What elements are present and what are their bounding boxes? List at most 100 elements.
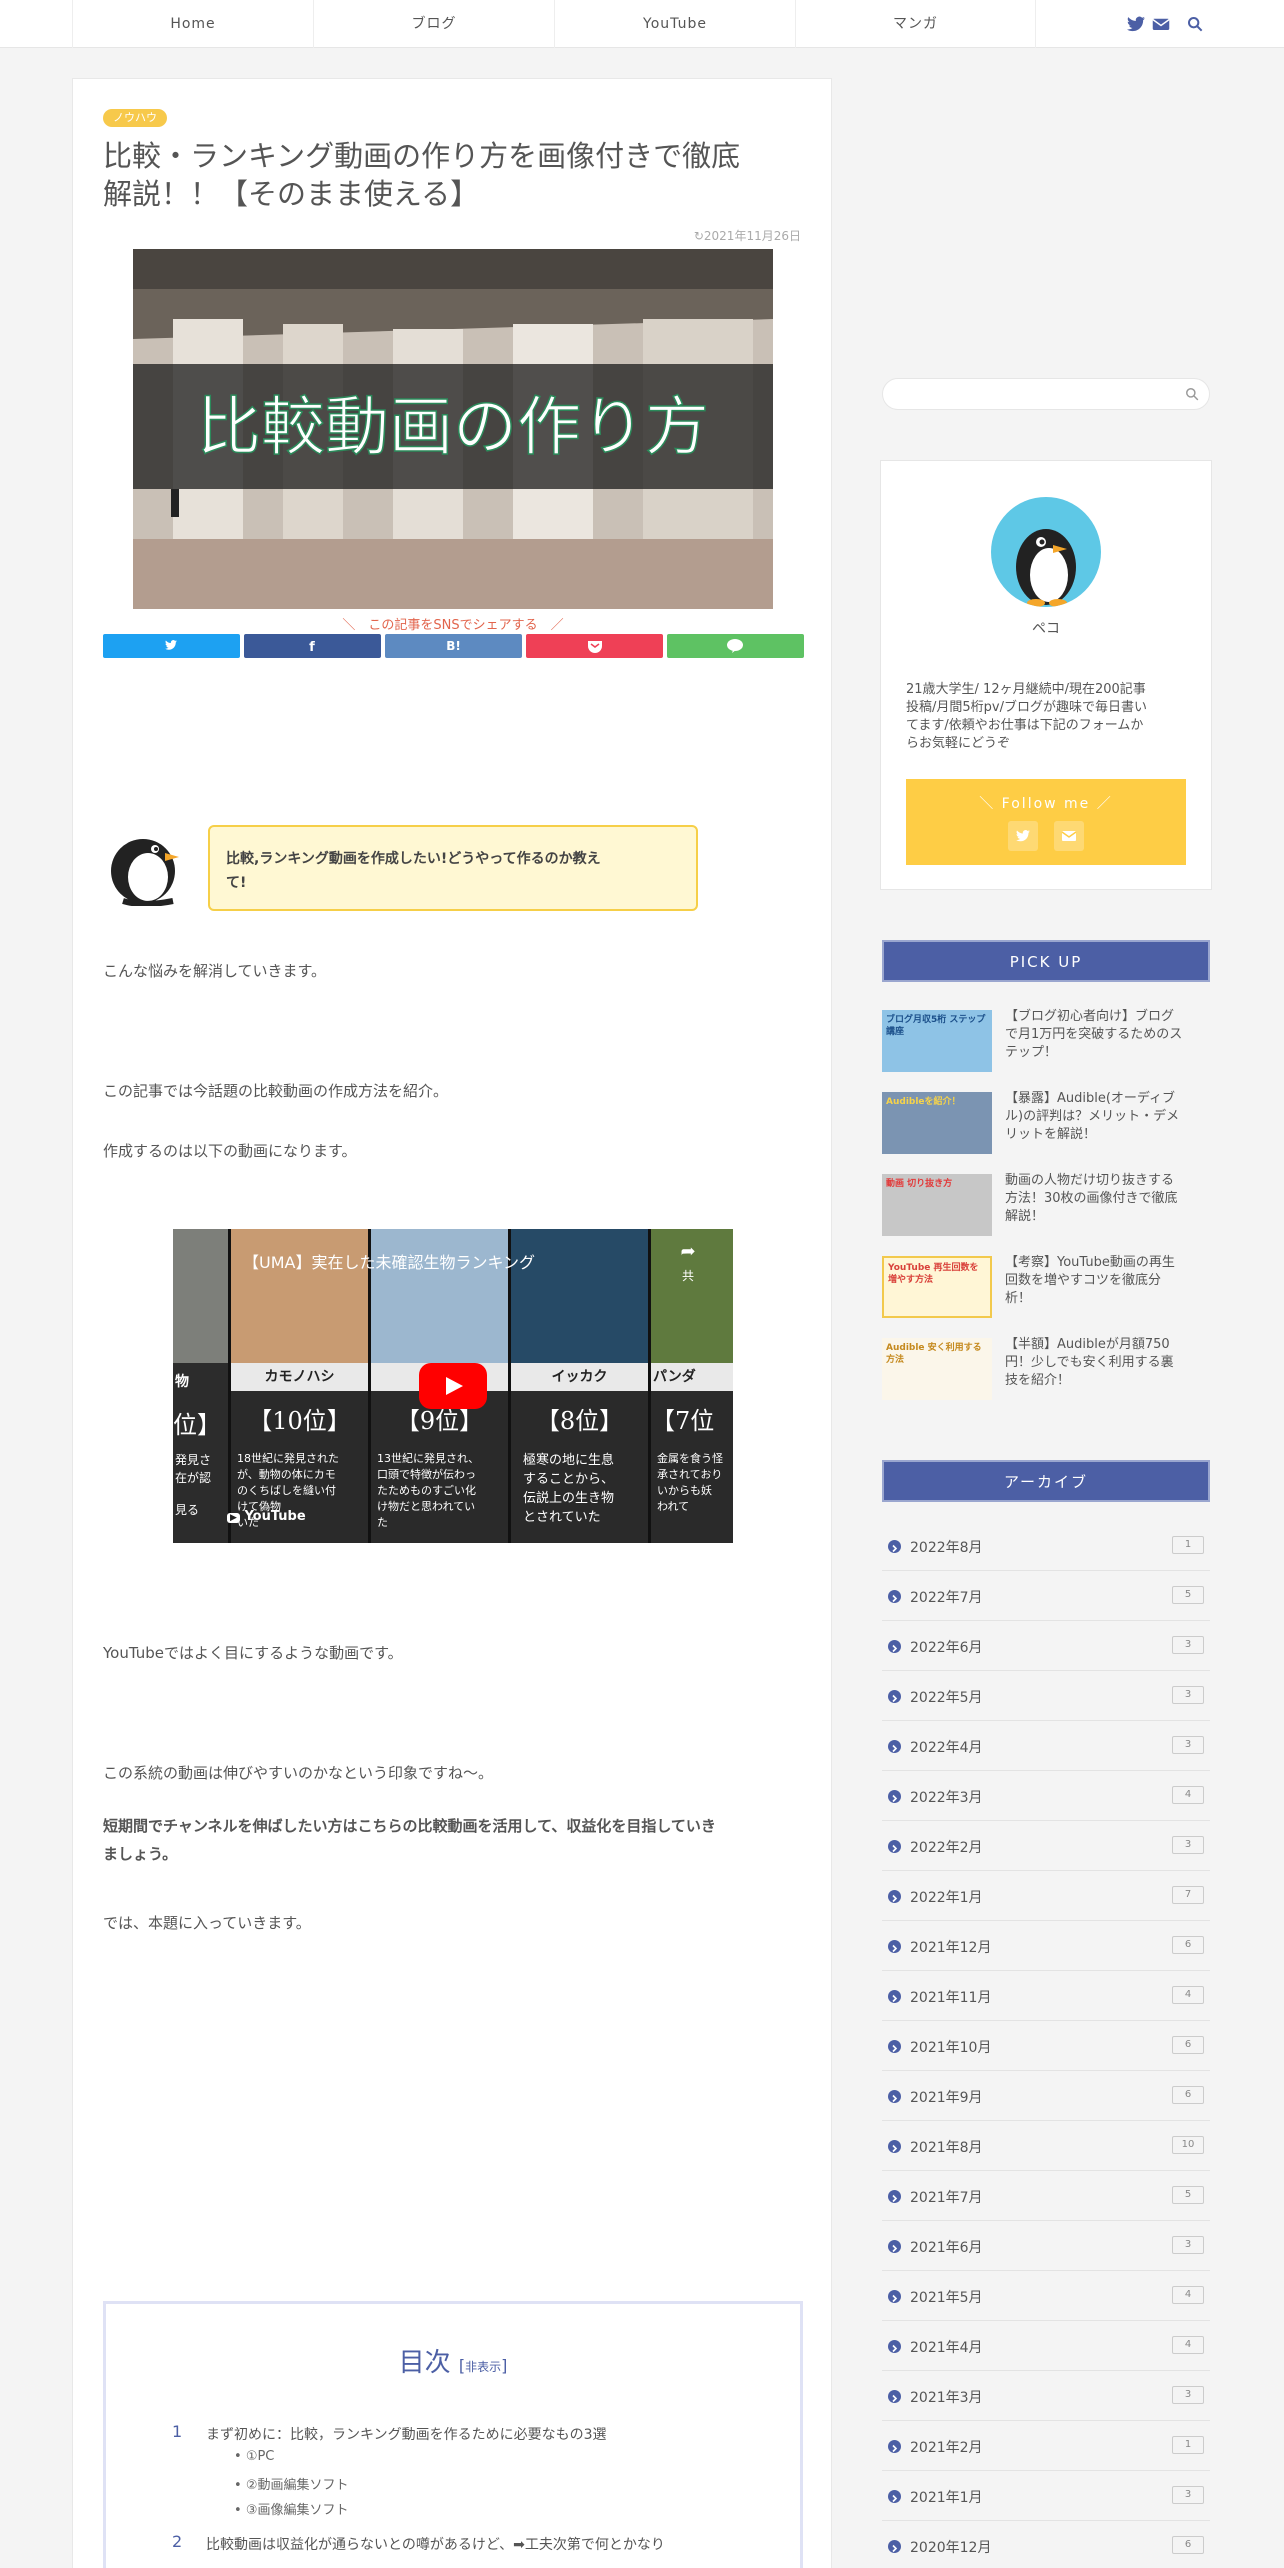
eyecatch-image: 比較動画の作り方 bbox=[133, 249, 773, 609]
video-col-1: カモノハシ 【10位】 18世紀に発見された が、動物の体にカモ のくちばしを縫い付… bbox=[231, 1229, 368, 1543]
penguin-avatar bbox=[103, 821, 183, 907]
archive-label: 2022年4月 bbox=[910, 1740, 983, 1756]
nav-youtube[interactable]: YouTube bbox=[554, 0, 795, 48]
speech-bubble: 比較,ランキング動画を作成したい!どうやって作るのか教え て! bbox=[208, 825, 698, 911]
archive-label: 2021年12月 bbox=[910, 1940, 992, 1956]
archive-count: 3 bbox=[1172, 1836, 1204, 1854]
archive-item[interactable]: 2022年3月 4 bbox=[882, 1771, 1210, 1821]
archive-count: 3 bbox=[1172, 2486, 1204, 2504]
archive-item[interactable]: 2021年12月 6 bbox=[882, 1921, 1210, 1971]
archive-item[interactable]: 2021年2月 1 bbox=[882, 2421, 1210, 2471]
archive-item[interactable]: 2022年7月 5 bbox=[882, 1571, 1210, 1621]
title-line-2: 解説！！【そのまま使える】 bbox=[103, 177, 480, 211]
video-share-icon[interactable]: ➦ bbox=[673, 1241, 703, 1262]
archive-count: 4 bbox=[1172, 2336, 1204, 2354]
archive-count: 3 bbox=[1172, 1686, 1204, 1704]
archive-item[interactable]: 2021年5月 4 bbox=[882, 2271, 1210, 2321]
archive-count: 4 bbox=[1172, 1786, 1204, 1804]
article-date: ↻2021年11月26日 bbox=[694, 227, 801, 244]
share-facebook-button[interactable]: f bbox=[244, 634, 381, 658]
category-badge[interactable]: ノウハウ bbox=[103, 109, 167, 127]
chevron-right-icon bbox=[888, 2190, 901, 2203]
archive-count: 3 bbox=[1172, 1736, 1204, 1754]
archive-label: 2022年3月 bbox=[910, 1790, 983, 1806]
pickup-thumbnail-text: 動画 切り抜き方 bbox=[886, 1179, 953, 1189]
play-button[interactable] bbox=[419, 1363, 487, 1409]
chevron-right-icon bbox=[888, 2540, 901, 2553]
follow-mail-button[interactable] bbox=[1054, 821, 1084, 851]
archive-count: 6 bbox=[1172, 1936, 1204, 1954]
youtube-embed[interactable]: 物 位】 発見さ 在が認 見る カモノハシ 【10位】 18世紀に発見された が、動物… bbox=[173, 1229, 733, 1543]
archive-item[interactable]: 2021年6月 3 bbox=[882, 2221, 1210, 2271]
chevron-right-icon bbox=[888, 1790, 901, 1803]
toc-sub-item[interactable]: • ③画像編集ソフト bbox=[234, 2499, 348, 2518]
archive-item[interactable]: 2021年1月 3 bbox=[882, 2471, 1210, 2521]
toc-sub-item[interactable]: • ②動画編集ソフト bbox=[234, 2474, 348, 2493]
chevron-right-icon bbox=[888, 2040, 901, 2053]
archive-item[interactable]: 2020年12月 6 bbox=[882, 2521, 1210, 2568]
pickup-thumbnail[interactable]: 動画 切り抜き方 bbox=[882, 1174, 992, 1236]
pickup-thumbnail[interactable]: Audibleを紹介！ bbox=[882, 1092, 992, 1154]
share-hatena-button[interactable]: B! bbox=[385, 634, 522, 658]
archive-item[interactable]: 2021年7月 5 bbox=[882, 2171, 1210, 2221]
paragraph: 作成するのは以下の動画になります。 bbox=[103, 1142, 357, 1160]
archive-item[interactable]: 2022年1月 7 bbox=[882, 1871, 1210, 1921]
archive-item[interactable]: 2022年6月 3 bbox=[882, 1621, 1210, 1671]
archive-item[interactable]: 2021年8月 10 bbox=[882, 2121, 1210, 2171]
archive-count: 3 bbox=[1172, 2386, 1204, 2404]
youtube-logo[interactable]: ▶ YouTube bbox=[227, 1509, 306, 1524]
pickup-link[interactable]: 【暴露】Audible(オーディブ ル)の評判は？メリット・デメ リットを解説！ bbox=[1005, 1090, 1210, 1144]
search-icon[interactable] bbox=[1186, 16, 1204, 32]
toc-sub-item[interactable]: • ①PC bbox=[234, 2449, 274, 2464]
archive-label: 2021年2月 bbox=[910, 2440, 983, 2456]
chevron-right-icon bbox=[888, 1690, 901, 1703]
archive-count: 6 bbox=[1172, 2036, 1204, 2054]
search-icon[interactable] bbox=[1185, 387, 1199, 401]
pickup-link[interactable]: 動画の人物だけ切り抜きする 方法！30枚の画像付きで徹底 解説！ bbox=[1005, 1172, 1210, 1226]
chevron-right-icon bbox=[888, 1640, 901, 1653]
archive-count: 7 bbox=[1172, 1886, 1204, 1904]
toc-item-2[interactable]: 比較動画は収益化が通らないとの噂があるけど、➡工夫次第で何とかなり bbox=[206, 2534, 665, 2554]
nav-home[interactable]: Home bbox=[72, 0, 313, 48]
archive-item[interactable]: 2021年4月 4 bbox=[882, 2321, 1210, 2371]
archive-label: 2022年7月 bbox=[910, 1590, 983, 1606]
archive-count: 1 bbox=[1172, 2436, 1204, 2454]
archive-label: 2021年6月 bbox=[910, 2240, 983, 2256]
archive-item[interactable]: 2022年5月 3 bbox=[882, 1671, 1210, 1721]
archive-item[interactable]: 2022年2月 3 bbox=[882, 1821, 1210, 1871]
sidebar-search-input[interactable] bbox=[882, 378, 1210, 410]
paragraph-bold: 短期間でチャンネルを伸ばしたい方はこちらの比較動画を活用して、収益化を目指してい… bbox=[103, 1817, 716, 1863]
pickup-thumbnail[interactable]: Audible 安く利用する方法 bbox=[882, 1338, 992, 1400]
pickup-thumbnail[interactable]: YouTube 再生回数を増やす方法 bbox=[882, 1256, 992, 1318]
mail-icon[interactable] bbox=[1152, 16, 1170, 32]
archive-label: 2021年8月 bbox=[910, 2140, 983, 2156]
archive-item[interactable]: 2021年11月 4 bbox=[882, 1971, 1210, 2021]
video-title[interactable]: 【UMA】実在した未確認生物ランキング bbox=[243, 1249, 535, 1273]
toc-item-1[interactable]: まず初めに：比較，ランキング動画を作るために必要なもの3選 bbox=[206, 2424, 607, 2444]
archive-item[interactable]: 2022年8月 1 bbox=[882, 1521, 1210, 1571]
eyecatch-text: 比較動画の作り方 bbox=[197, 391, 709, 465]
video-col-0: 物 位】 発見さ 在が認 見る bbox=[173, 1229, 228, 1543]
pickup-link[interactable]: 【半額】Audibleが月額750 円！少しでも安く利用する裏 技を紹介！ bbox=[1005, 1336, 1210, 1390]
pickup-link[interactable]: 【考察】YouTube動画の再生 回数を増やすコツを徹底分 析！ bbox=[1005, 1254, 1210, 1308]
archive-item[interactable]: 2021年10月 6 bbox=[882, 2021, 1210, 2071]
archive-item[interactable]: 2022年4月 3 bbox=[882, 1721, 1210, 1771]
nav-blog[interactable]: ブログ bbox=[313, 0, 554, 48]
archive-count: 4 bbox=[1172, 1986, 1204, 2004]
follow-twitter-button[interactable] bbox=[1008, 821, 1038, 851]
twitter-icon[interactable] bbox=[1127, 16, 1145, 32]
pickup-thumbnail[interactable]: ブログ月収5桁 ステップ講座 bbox=[882, 1010, 992, 1072]
archive-label: 2021年10月 bbox=[910, 2040, 992, 2056]
archive-item[interactable]: 2021年9月 6 bbox=[882, 2071, 1210, 2121]
archive-label: 2022年2月 bbox=[910, 1840, 983, 1856]
share-pocket-button[interactable] bbox=[526, 634, 663, 658]
archive-item[interactable]: 2021年3月 3 bbox=[882, 2371, 1210, 2421]
archive-label: 2020年12月 bbox=[910, 2540, 992, 2556]
chevron-right-icon bbox=[888, 2240, 901, 2253]
pickup-link[interactable]: 【ブログ初心者向け】ブログ で月1万円を突破するためのス テップ！ bbox=[1005, 1008, 1210, 1062]
share-line-button[interactable] bbox=[667, 634, 804, 658]
toc-toggle[interactable]: 非表示 bbox=[465, 2360, 501, 2374]
share-twitter-button[interactable] bbox=[103, 634, 240, 658]
nav-manga[interactable]: マンガ bbox=[795, 0, 1036, 48]
video-share-label: 共 bbox=[681, 1269, 694, 1283]
